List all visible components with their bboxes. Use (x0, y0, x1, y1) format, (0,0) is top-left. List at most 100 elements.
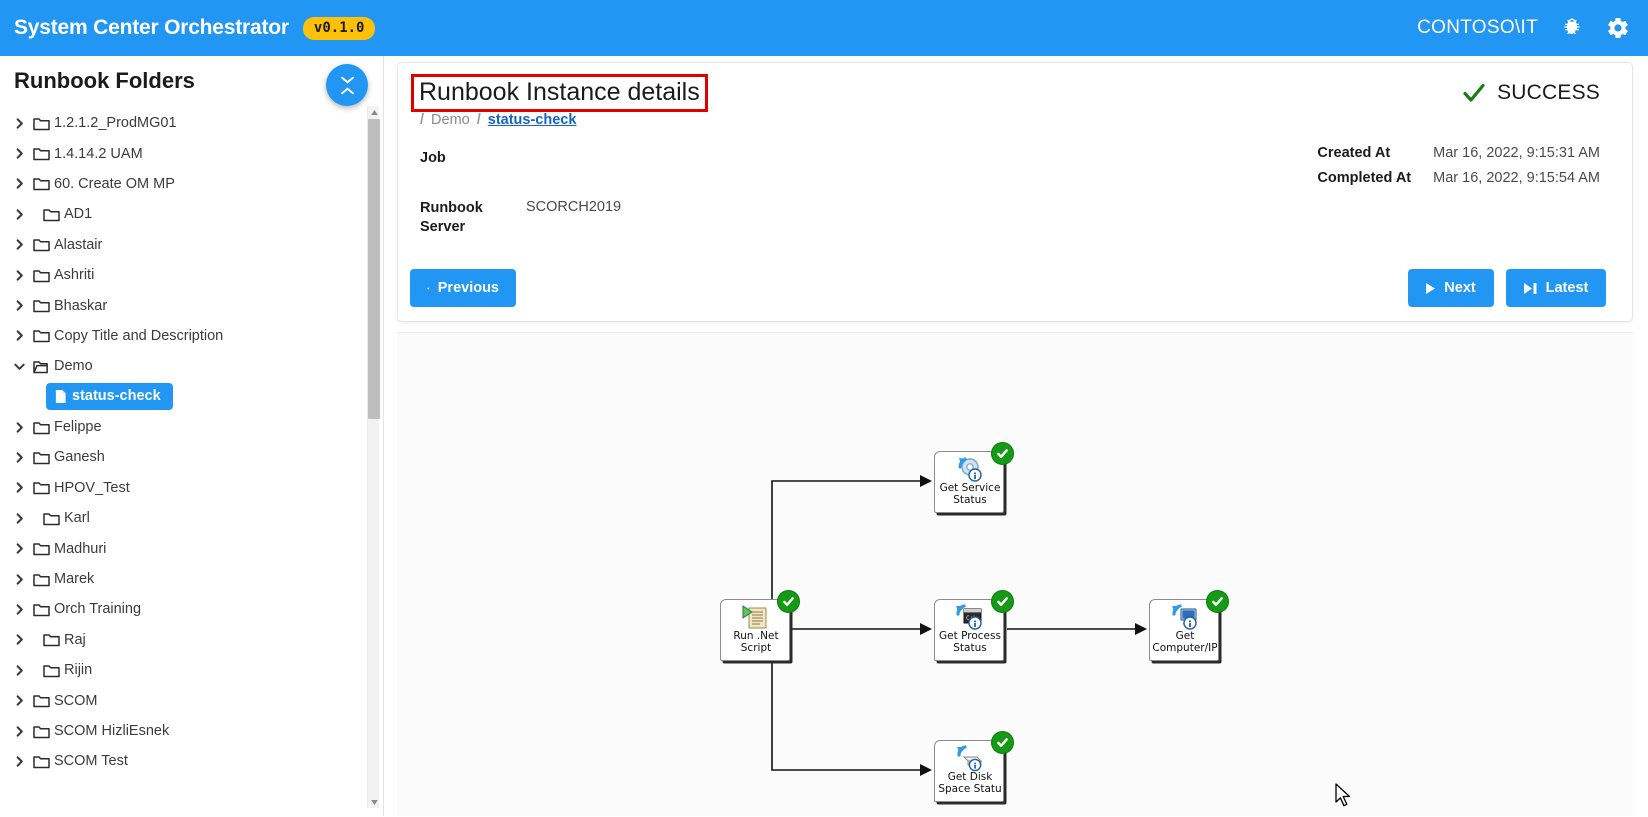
chevron-right-icon[interactable] (10, 205, 28, 223)
caret-right-icon (1426, 282, 1436, 294)
previous-button-label: Previous (437, 280, 499, 296)
activity-node-get-disk-space-status[interactable]: Get Disk Space Statu (934, 731, 1014, 802)
folder-icon (28, 298, 54, 313)
folder-label: 60. Create OM MP (54, 175, 175, 192)
latest-button[interactable]: Latest (1506, 269, 1606, 307)
folder-label: AD1 (64, 206, 93, 223)
scroll-up-arrow[interactable] (368, 106, 380, 118)
check-icon (1461, 80, 1487, 106)
activity-node-get-computer-ip[interactable]: Get Computer/IP (1149, 590, 1229, 661)
sidebar-scrollbar[interactable] (367, 106, 380, 808)
previous-button[interactable]: Previous (410, 269, 516, 307)
chevron-right-icon[interactable] (10, 631, 28, 649)
scrollbar-thumb[interactable] (368, 119, 380, 419)
sidebar-folder-ad1[interactable]: AD1 (0, 199, 370, 229)
scroll-down-arrow[interactable] (368, 796, 380, 808)
chevron-right-icon[interactable] (10, 692, 28, 710)
process-window-icon-glyph: C:\ (956, 604, 982, 630)
sidebar-folder-copy-title-and-description[interactable]: Copy Title and Description (0, 321, 370, 351)
sidebar-folder-60-create-om-mp[interactable]: 60. Create OM MP (0, 169, 370, 199)
chevron-right-icon (16, 543, 23, 554)
folder-label: HPOV_Test (54, 479, 130, 496)
sidebar-folder-marek[interactable]: Marek (0, 564, 370, 594)
chevron-down-icon[interactable] (10, 357, 28, 375)
chevron-right-icon[interactable] (10, 722, 28, 740)
chevron-right-icon (16, 573, 23, 585)
check-icon (997, 597, 1008, 607)
page-title: Runbook Instance details (419, 78, 700, 106)
runbook-server-label: Runbook Server (420, 200, 483, 236)
computer-monitor-icon (1169, 603, 1199, 631)
folder-icon (42, 634, 60, 647)
folder-icon (32, 482, 50, 495)
folder-label: SCOM HizliEsnek (54, 723, 170, 739)
sidebar-folder-rijin[interactable]: Rijin (0, 655, 370, 685)
breadcrumb-current-link[interactable]: status-check (488, 112, 577, 128)
folder-label: 1.2.1.2_ProdMG01 (54, 115, 177, 132)
sidebar-folder-karl[interactable]: Karl (0, 503, 370, 533)
folder-label: Rijin (64, 662, 93, 679)
activity-node-label: Get Service Status (939, 482, 1001, 507)
chevron-right-icon[interactable] (10, 145, 28, 163)
sidebar-folder-scom-hizliesnek[interactable]: SCOM HizliEsnek (0, 716, 370, 746)
chevron-right-icon[interactable] (10, 448, 28, 466)
sidebar-folder-scom[interactable]: SCOM (0, 685, 370, 715)
folder-icon (32, 604, 50, 617)
check-icon-glyph (1463, 83, 1485, 102)
runbook-activity-diagram: Run .Net Script Get Service Status Get P… (397, 332, 1633, 816)
status-text: SUCCESS (1497, 81, 1600, 104)
runbook-item-selected[interactable]: status-check (46, 383, 173, 411)
activity-node-get-process-status[interactable]: C:\ Get Process Status (934, 590, 1014, 661)
sidebar-folder-ashriti[interactable]: Ashriti (0, 260, 370, 290)
chevron-right-icon[interactable] (10, 175, 28, 193)
collapse-all-button[interactable] (326, 64, 368, 106)
sidebar-folder-bhaskar[interactable]: Bhaskar (0, 290, 370, 320)
folder-icon (28, 116, 54, 131)
bug-icon[interactable] (1560, 16, 1584, 40)
sidebar-folder-alastair[interactable]: Alastair (0, 230, 370, 260)
folder-icon (32, 756, 50, 769)
chevron-right-icon[interactable] (10, 236, 28, 254)
chevron-right-icon (16, 148, 23, 159)
job-section-label: Job (420, 150, 446, 166)
sidebar-folder-hpov-test[interactable]: HPOV_Test (0, 473, 370, 503)
gear-icon[interactable] (1606, 16, 1630, 40)
sidebar-folder-demo[interactable]: Demo (0, 351, 370, 381)
sidebar-folder-1-4-14-2-uam[interactable]: 1.4.14.2 UAM (0, 138, 370, 168)
chevron-right-icon (16, 421, 23, 433)
next-button[interactable]: Next (1408, 269, 1494, 307)
sidebar-folder-orch-training[interactable]: Orch Training (0, 594, 370, 624)
sidebar-folder-scom-test[interactable]: SCOM Test (0, 746, 370, 776)
folder-icon (38, 632, 64, 647)
check-icon (1212, 597, 1223, 607)
chevron-right-icon (16, 239, 23, 250)
activity-node-get-service-status[interactable]: Get Service Status (934, 442, 1014, 513)
chevron-right-icon[interactable] (10, 661, 28, 679)
chevron-right-icon (16, 118, 23, 129)
chevron-right-icon[interactable] (10, 297, 28, 315)
sidebar-folder-1-2-1-2-prodmg01[interactable]: 1.2.1.2_ProdMG01 (0, 108, 370, 138)
chevron-right-icon[interactable] (10, 266, 28, 284)
folder-icon (28, 480, 54, 495)
chevron-right-icon[interactable] (10, 540, 28, 558)
chevron-right-icon[interactable] (10, 509, 28, 527)
chevron-right-icon[interactable] (10, 570, 28, 588)
sidebar-folder-ganesh[interactable]: Ganesh (0, 442, 370, 472)
chevron-right-icon[interactable] (10, 600, 28, 618)
disk-drive-icon-glyph (957, 745, 983, 772)
chevron-right-icon[interactable] (10, 418, 28, 436)
script-play-icon (740, 603, 770, 631)
sidebar-folder-raj[interactable]: Raj (0, 625, 370, 655)
sidebar-folder-felippe[interactable]: Felippe (0, 412, 370, 442)
sidebar-folder-madhuri[interactable]: Madhuri (0, 533, 370, 563)
chevron-right-icon[interactable] (10, 114, 28, 132)
chevron-right-icon[interactable] (10, 752, 28, 770)
folder-label: Raj (64, 631, 86, 648)
chevron-right-icon[interactable] (10, 479, 28, 497)
activity-node-run-net-script[interactable]: Run .Net Script (720, 590, 800, 661)
status-success-badge (991, 590, 1014, 613)
skip-to-end-icon (1523, 282, 1537, 294)
folder-label: Karl (64, 510, 90, 527)
chevron-right-icon[interactable] (10, 327, 28, 345)
folder-icon (32, 543, 50, 556)
